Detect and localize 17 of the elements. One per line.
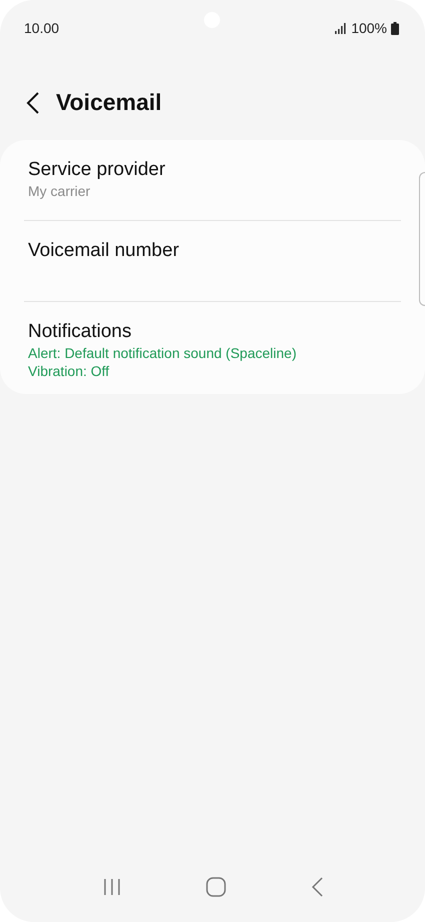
battery-icon — [391, 22, 399, 34]
signal-icon — [335, 22, 348, 34]
item-title: Service provider — [28, 158, 166, 182]
item-title: Notifications — [28, 320, 132, 344]
item-summary: Vibration: Off — [28, 362, 110, 380]
recent-apps-icon[interactable] — [102, 878, 120, 896]
home-icon[interactable] — [206, 877, 226, 897]
item-summary: Alert: Default notification sound (Spaceline) — [28, 344, 298, 362]
settings-item[interactable]: Notifications Alert: Default notification sound (Spaceline) Vibration: Off — [24, 302, 401, 394]
page-title: Voicemail — [56, 89, 162, 117]
battery-percentage: 100% — [351, 18, 387, 38]
item-title: Voicemail number — [28, 239, 180, 263]
status-time: 10.00 — [24, 18, 60, 38]
back-icon[interactable] — [26, 92, 40, 114]
settings-item[interactable]: Voicemail number — [24, 221, 401, 302]
settings-item[interactable]: Service provider My carrier — [24, 140, 401, 221]
item-summary: My carrier — [28, 182, 92, 200]
